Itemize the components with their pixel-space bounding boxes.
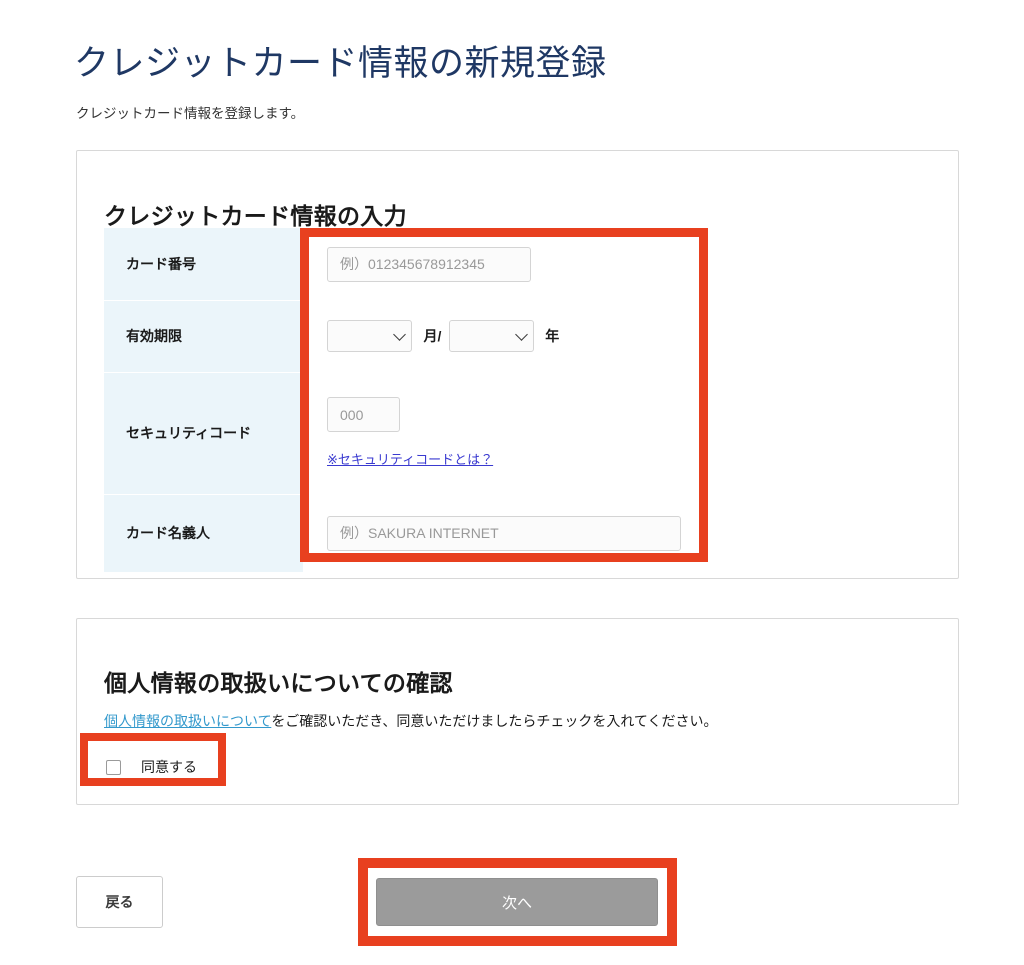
- security-code-input[interactable]: [327, 397, 400, 432]
- back-button[interactable]: 戻る: [76, 876, 163, 928]
- expiry-year-wrapper: [448, 320, 534, 352]
- table-row: カード番号: [104, 228, 933, 301]
- label-security-code: セキュリティコード: [104, 372, 303, 495]
- expiry-month-unit: 月/: [423, 328, 442, 344]
- agree-checkbox-label: 同意する: [141, 759, 197, 775]
- agree-checkbox[interactable]: [106, 759, 121, 775]
- cell-holder-name: [303, 494, 933, 572]
- page-root: クレジットカード情報の新規登録 クレジットカード情報を登録します。 クレジットカ…: [0, 0, 1024, 965]
- privacy-description: 個人情報の取扱いについてをご確認いただき、同意いただけましたらチェックを入れてく…: [104, 710, 718, 732]
- table-row: セキュリティコード ※セキュリティコードとは？: [104, 372, 933, 495]
- cell-card-number: [303, 228, 933, 300]
- security-code-help-link[interactable]: ※セキュリティコードとは？: [327, 449, 493, 468]
- page-title: クレジットカード情報の新規登録: [74, 44, 607, 84]
- security-code-stack: ※セキュリティコードとは？: [327, 397, 933, 469]
- cell-security-code: ※セキュリティコードとは？: [303, 372, 933, 494]
- privacy-description-rest: をご確認いただき、同意いただけましたらチェックを入れてください。: [271, 713, 718, 729]
- card-holder-name-input[interactable]: [327, 515, 681, 551]
- credit-card-form-table: カード番号 有効期限 月/: [104, 228, 933, 573]
- privacy-panel-heading: 個人情報の取扱いについての確認: [104, 670, 453, 697]
- next-button[interactable]: 次へ: [376, 878, 658, 926]
- table-row: カード名義人: [104, 494, 933, 573]
- cell-expiry: 月/ 年: [303, 300, 933, 372]
- privacy-policy-link[interactable]: 個人情報の取扱いについて: [104, 713, 271, 729]
- credit-card-panel: クレジットカード情報の入力 カード番号 有効期限: [76, 150, 959, 579]
- privacy-confirmation-panel: 個人情報の取扱いについての確認 個人情報の取扱いについてをご確認いただき、同意い…: [76, 618, 959, 805]
- page-subtitle: クレジットカード情報を登録します。: [76, 105, 305, 121]
- agree-checkbox-row[interactable]: 同意する: [106, 757, 197, 777]
- table-row: 有効期限 月/ 年: [104, 300, 933, 373]
- expiry-month-wrapper: [327, 320, 412, 352]
- card-number-input[interactable]: [327, 246, 531, 282]
- label-holder-name: カード名義人: [104, 494, 303, 573]
- label-card-number: カード番号: [104, 228, 303, 301]
- expiry-year-unit: 年: [545, 328, 560, 344]
- expiry-year-select[interactable]: [448, 320, 534, 352]
- card-panel-heading: クレジットカード情報の入力: [104, 203, 407, 230]
- label-expiry: 有効期限: [104, 300, 303, 373]
- expiry-month-select[interactable]: [327, 320, 412, 352]
